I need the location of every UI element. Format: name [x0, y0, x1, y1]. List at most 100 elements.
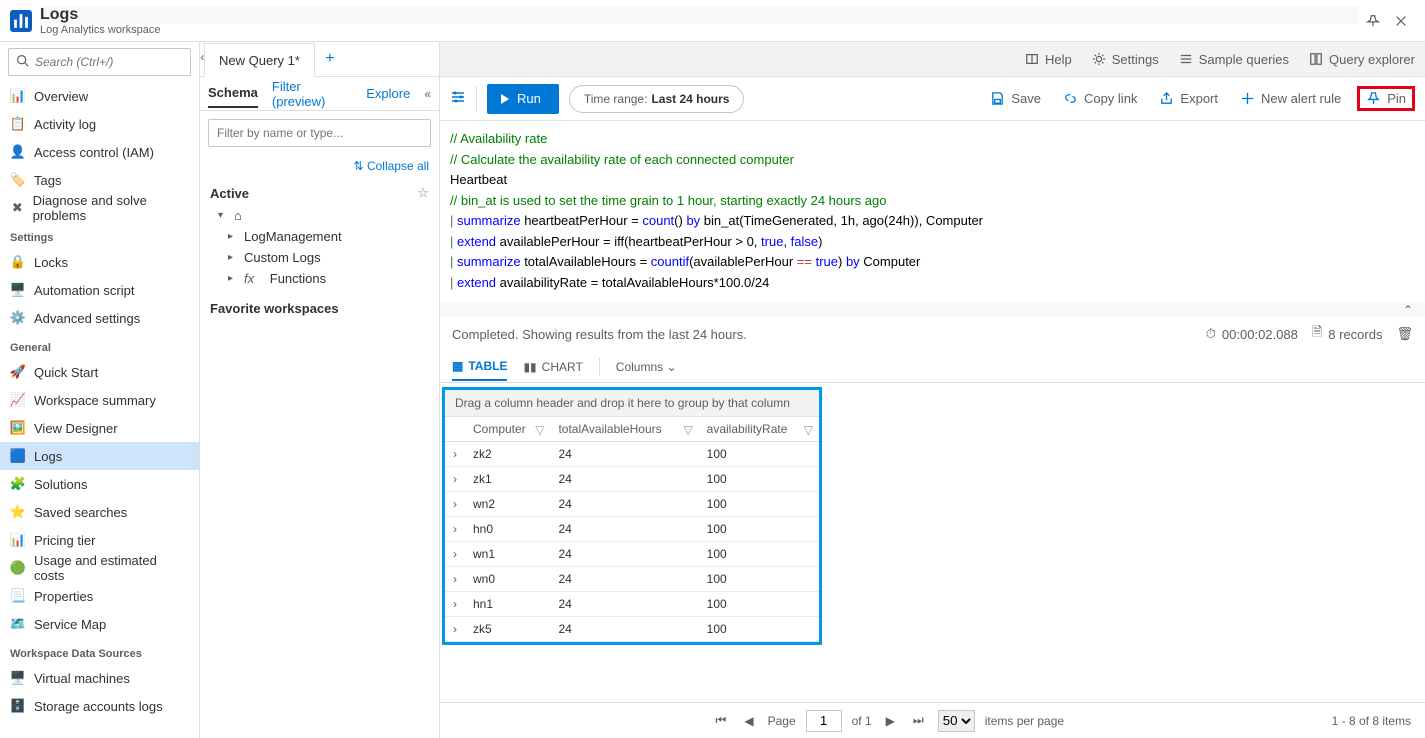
cell-computer: zk5: [465, 617, 550, 642]
group-hint[interactable]: Drag a column header and drop it here to…: [445, 390, 819, 417]
new-alert-button[interactable]: New alert rule: [1234, 87, 1347, 110]
settings-link[interactable]: Settings: [1082, 42, 1169, 76]
pager-prev-icon[interactable]: ◀: [740, 714, 757, 728]
export-button[interactable]: Export: [1153, 87, 1224, 110]
nav-storage-logs[interactable]: 🗄️Storage accounts logs: [0, 692, 199, 720]
expand-row-icon[interactable]: ›: [445, 517, 465, 542]
db-icon: ⌂: [234, 208, 242, 223]
close-icon[interactable]: [1387, 7, 1415, 35]
table-row[interactable]: ›wn124100: [445, 542, 819, 567]
filter-tab[interactable]: Filter (preview): [272, 73, 352, 115]
delete-results-icon[interactable]: 🗑: [1396, 326, 1413, 342]
page-input[interactable]: [806, 710, 842, 732]
nav-section-settings: Settings: [0, 222, 199, 248]
table-row[interactable]: ›hn024100: [445, 517, 819, 542]
nav-logs[interactable]: 🟦Logs: [0, 442, 199, 470]
expand-row-icon[interactable]: ›: [445, 617, 465, 642]
favorite-star-icon[interactable]: ☆: [417, 185, 429, 201]
table-row[interactable]: ›wn224100: [445, 492, 819, 517]
pin-blade-icon[interactable]: [1359, 7, 1387, 35]
nav-servicemap[interactable]: 🗺️Service Map: [0, 610, 199, 638]
options-icon[interactable]: [450, 89, 466, 108]
schema-filter-input[interactable]: [208, 119, 431, 147]
table-view-tab[interactable]: ▦TABLE: [452, 353, 507, 381]
expand-row-icon[interactable]: ›: [445, 592, 465, 617]
nav-overview[interactable]: 📊Overview: [0, 82, 199, 110]
tree-node-logmgmt[interactable]: ▸LogManagement: [228, 226, 429, 247]
chart-view-tab[interactable]: ▮▮CHART: [523, 354, 582, 380]
query-editor[interactable]: // Availability rate // Calculate the av…: [440, 121, 1425, 303]
filter-icon[interactable]: ▽: [804, 423, 813, 437]
nav-pricing[interactable]: 📊Pricing tier: [0, 526, 199, 554]
help-link[interactable]: Help: [1015, 42, 1082, 76]
nav-label: Advanced settings: [34, 311, 140, 326]
table-row[interactable]: ›zk124100: [445, 467, 819, 492]
nav-diagnose[interactable]: ✖Diagnose and solve problems: [0, 194, 199, 222]
nav-tags[interactable]: 🏷️Tags: [0, 166, 199, 194]
cell-rate: 100: [699, 492, 819, 517]
expand-row-icon[interactable]: ›: [445, 442, 465, 467]
collapse-schema-icon[interactable]: «: [424, 87, 431, 101]
tree-node-custom[interactable]: ▸Custom Logs: [228, 247, 429, 268]
nav-iam[interactable]: 👤Access control (IAM): [0, 138, 199, 166]
props-icon: 📃: [10, 588, 26, 604]
query-explorer-link[interactable]: Query explorer: [1299, 42, 1425, 76]
col-total[interactable]: totalAvailableHours▽: [550, 417, 698, 442]
nav-locks[interactable]: 🔒Locks: [0, 248, 199, 276]
table-row[interactable]: ›hn124100: [445, 592, 819, 617]
pin-button[interactable]: Pin: [1357, 86, 1415, 111]
tree-node-functions[interactable]: ▸fx Functions: [228, 268, 429, 289]
schema-tab[interactable]: Schema: [208, 79, 258, 108]
results-area: Drag a column header and drop it here to…: [440, 383, 1425, 702]
pricing-icon: 📊: [10, 532, 26, 548]
nav-advanced[interactable]: ⚙️Advanced settings: [0, 304, 199, 332]
save-button[interactable]: Save: [984, 87, 1047, 110]
pager-next-icon[interactable]: ▶: [882, 714, 899, 728]
settings-label: Settings: [1112, 52, 1159, 67]
nav-properties[interactable]: 📃Properties: [0, 582, 199, 610]
cell-rate: 100: [699, 542, 819, 567]
tree-node-root[interactable]: ▾⌂: [210, 205, 429, 226]
explore-tab[interactable]: Explore: [366, 80, 410, 107]
expand-row-icon[interactable]: ›: [445, 542, 465, 567]
nav-usage[interactable]: 🟢Usage and estimated costs: [0, 554, 199, 582]
col-computer[interactable]: Computer▽: [465, 417, 550, 442]
nav-activity[interactable]: 📋Activity log: [0, 110, 199, 138]
query-tab[interactable]: New Query 1*: [204, 43, 315, 77]
cell-computer: wn0: [465, 567, 550, 592]
nav-solutions[interactable]: 🧩Solutions: [0, 470, 199, 498]
code-line: Heartbeat: [450, 172, 507, 187]
pager-last-icon[interactable]: ⏭: [909, 713, 928, 728]
page-size-select[interactable]: 50: [938, 710, 975, 732]
nav-vms[interactable]: 🖥️Virtual machines: [0, 664, 199, 692]
samples-link[interactable]: Sample queries: [1169, 42, 1299, 76]
time-range-picker[interactable]: Time range:Last 24 hours: [569, 85, 745, 113]
expand-row-icon[interactable]: ›: [445, 467, 465, 492]
collapse-all-button[interactable]: ⇅ Collapse all: [200, 155, 439, 177]
expand-results-icon[interactable]: ⌃: [440, 303, 1425, 317]
columns-dropdown[interactable]: Columns ⌄: [616, 360, 677, 374]
cell-total: 24: [550, 492, 698, 517]
nav-automation[interactable]: 🖥️Automation script: [0, 276, 199, 304]
table-row[interactable]: ›zk524100: [445, 617, 819, 642]
copy-link-button[interactable]: Copy link: [1057, 87, 1143, 110]
add-tab-button[interactable]: +: [315, 42, 345, 76]
table-row[interactable]: ›zk224100: [445, 442, 819, 467]
nav-workspace-summary[interactable]: 📈Workspace summary: [0, 386, 199, 414]
expand-row-icon[interactable]: ›: [445, 492, 465, 517]
records-stat: 🗎8 records: [1312, 323, 1383, 345]
expand-row-icon[interactable]: ›: [445, 567, 465, 592]
nav-quickstart[interactable]: 🚀Quick Start: [0, 358, 199, 386]
stopwatch-icon: ⏱: [1206, 326, 1216, 342]
nav-search-input[interactable]: [8, 48, 191, 76]
table-row[interactable]: ›wn024100: [445, 567, 819, 592]
nav-view-designer[interactable]: 🖼️View Designer: [0, 414, 199, 442]
filter-icon[interactable]: ▽: [535, 423, 544, 437]
nav-saved-searches[interactable]: ⭐Saved searches: [0, 498, 199, 526]
run-button[interactable]: Run: [487, 84, 559, 114]
cell-total: 24: [550, 542, 698, 567]
pager-first-icon[interactable]: ⏮: [712, 713, 731, 728]
range-label: 1 - 8 of 8 items: [1332, 714, 1411, 728]
col-rate[interactable]: availabilityRate▽: [699, 417, 819, 442]
filter-icon[interactable]: ▽: [683, 423, 692, 437]
